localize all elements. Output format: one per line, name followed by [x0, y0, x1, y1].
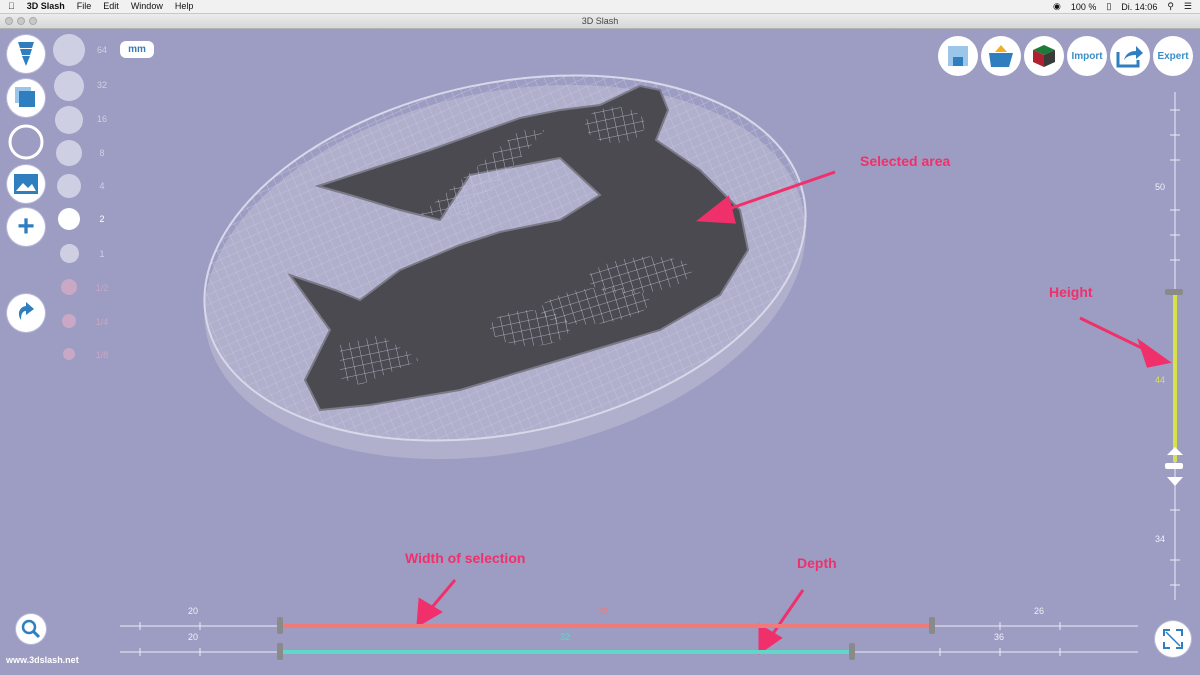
menu-help[interactable]: Help [175, 1, 194, 11]
height-up-arrow-icon [1167, 447, 1183, 455]
save-button[interactable] [938, 36, 978, 76]
unit-toggle-button[interactable]: mm [120, 41, 154, 58]
hole-6 [585, 107, 645, 143]
width-value: 32 [598, 606, 609, 616]
size-label-64: 64 [96, 45, 107, 55]
depth-value: 32 [560, 632, 571, 642]
circle-outline-icon [8, 124, 44, 160]
minimize-window-button[interactable] [17, 17, 25, 25]
size-1-button[interactable] [60, 244, 79, 263]
import-button[interactable]: Import [1067, 36, 1107, 76]
size-label-16: 16 [96, 114, 107, 124]
annotation-depth: Depth [797, 555, 837, 571]
menu-edit[interactable]: Edit [103, 1, 119, 11]
close-window-button[interactable] [5, 17, 13, 25]
size-eighth-button[interactable] [63, 348, 75, 360]
clock[interactable]: Di. 14:06 [1121, 2, 1157, 12]
width-left-label: 20 [188, 606, 199, 616]
size-4-button[interactable] [57, 174, 81, 198]
height-tick-50: 50 [1155, 182, 1166, 192]
layers-tool-button[interactable] [7, 79, 45, 117]
zoom-window-button[interactable] [29, 17, 37, 25]
3d-viewport[interactable] [0, 29, 1200, 675]
image-tool-button[interactable] [7, 165, 45, 203]
height-slider-bottom-handle [1165, 463, 1183, 469]
plus-icon: + [17, 210, 35, 243]
undo-arrow-icon [18, 302, 34, 320]
share-export-icon [1116, 46, 1143, 68]
size-label-1: 1 [99, 249, 105, 259]
height-tick-34: 34 [1155, 534, 1166, 544]
export-button[interactable] [1110, 36, 1150, 76]
width-slider-right-handle [929, 617, 935, 634]
website-link[interactable]: www.3dslash.net [6, 655, 79, 665]
annotation-height: Height [1049, 284, 1093, 300]
new-model-button[interactable] [1024, 36, 1064, 76]
open-button[interactable] [981, 36, 1021, 76]
size-label-8: 8 [99, 148, 105, 158]
battery-percent: 100 % [1070, 1, 1097, 12]
depth-slider-right-handle [849, 643, 855, 660]
zoom-button[interactable] [16, 614, 46, 644]
annotation-selected-area: Selected area [860, 153, 951, 169]
expert-mode-button[interactable]: Expert [1153, 36, 1193, 76]
folder-open-icon [989, 45, 1013, 67]
size-label-32: 32 [96, 80, 107, 90]
menu-window[interactable]: Window [131, 1, 163, 11]
size-label-4: 4 [99, 181, 105, 191]
drill-icon [18, 42, 34, 66]
size-16-button[interactable] [55, 106, 83, 134]
annotation-width-of-selection: Width of selection [405, 550, 526, 566]
height-value: 44 [1155, 375, 1166, 385]
arrow-width [416, 579, 457, 628]
size-label-eighth: 1/8 [95, 350, 109, 360]
undo-tool-button[interactable] [7, 294, 45, 332]
depth-right-label: 36 [994, 632, 1005, 642]
hole-3 [490, 310, 570, 346]
depth-left-label: 20 [188, 632, 199, 642]
app-menu[interactable]: 3D Slash [27, 1, 65, 11]
size-8-button[interactable] [56, 140, 82, 166]
arrow-depth [758, 589, 805, 655]
circle-tool-button[interactable] [7, 123, 45, 161]
size-label-2: 2 [99, 214, 105, 224]
menu-bar:  3D Slash File Edit Window Help ◉ 100 %… [0, 0, 1200, 14]
battery-icon[interactable]: ▯ [1106, 1, 1111, 12]
arrow-height [1079, 316, 1172, 368]
floppy-disk-icon [948, 46, 968, 66]
magnifier-icon [21, 619, 41, 639]
size-32-button[interactable] [54, 71, 84, 101]
height-down-arrow-icon [1167, 477, 1183, 486]
window-title: 3D Slash [581, 16, 619, 26]
size-half-button[interactable] [61, 279, 77, 295]
size-quarter-button[interactable] [62, 314, 76, 328]
image-icon [14, 174, 38, 194]
menu-file[interactable]: File [77, 1, 92, 11]
layers-icon [15, 87, 35, 107]
menu-list-icon[interactable]: ☰ [1184, 1, 1192, 12]
chisel-tool-button[interactable] [7, 35, 45, 73]
depth-slider-left-handle [277, 643, 283, 660]
size-label-half: 1/2 [95, 283, 109, 293]
width-slider-left-handle [277, 617, 283, 634]
cube-icon [1033, 45, 1055, 67]
size-label-quarter: 1/4 [95, 317, 109, 327]
size-2-button[interactable] [58, 208, 80, 230]
size-64-button[interactable] [53, 34, 85, 66]
window-titlebar: 3D Slash [0, 14, 1200, 29]
fullscreen-button[interactable] [1155, 621, 1191, 657]
apple-icon[interactable]:  [8, 1, 15, 11]
height-slider-top-handle [1165, 289, 1183, 295]
search-icon[interactable]: ⚲ [1167, 1, 1174, 12]
width-right-label: 26 [1034, 606, 1045, 616]
expand-icon [1163, 629, 1183, 649]
wifi-icon[interactable]: ◉ [1053, 1, 1061, 12]
add-tool-button[interactable]: + [7, 208, 45, 246]
depth-slider[interactable] [120, 643, 1138, 660]
width-slider[interactable] [120, 617, 1138, 634]
height-slider[interactable] [1165, 92, 1183, 600]
